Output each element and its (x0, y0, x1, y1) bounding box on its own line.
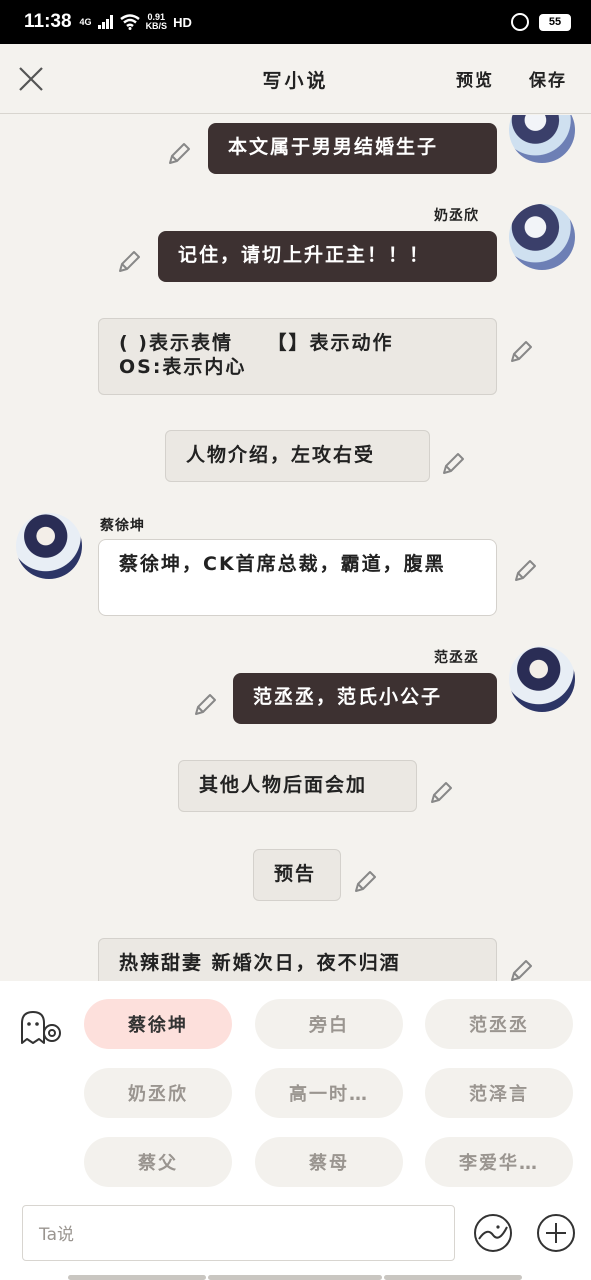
role-chip[interactable]: 高一时… (255, 1068, 403, 1118)
role-chip[interactable]: 蔡母 (255, 1137, 403, 1187)
role-chip[interactable]: 奶丞欣 (84, 1068, 232, 1118)
chat-area[interactable]: 本文属于男男结婚生子 奶丞欣 记住，请切上升正主！！！ ( )表示表情 【】表示… (0, 115, 591, 981)
network-label: 4G (79, 17, 92, 27)
edit-icon[interactable] (116, 249, 142, 275)
narration-bubble[interactable]: 其他人物后面会加 (178, 760, 417, 812)
signal-icon (97, 15, 113, 29)
speaker-name: 奶丞欣 (434, 208, 479, 224)
add-icon[interactable] (536, 1213, 576, 1253)
edit-icon[interactable] (192, 692, 218, 718)
role-settings-icon[interactable] (18, 1009, 64, 1045)
role-panel: 蔡徐坤 旁白 范丞丞 奶丞欣 高一时… 范泽言 蔡父 蔡母 李爱华… Ta说 (0, 981, 591, 1280)
hd-label: HD (173, 14, 192, 30)
app-header: 写小说 预览 保存 (0, 44, 591, 114)
nav-bar-segment (68, 1275, 206, 1280)
role-chip[interactable]: 蔡父 (84, 1137, 232, 1187)
avatar[interactable] (16, 513, 82, 579)
message-bubble[interactable]: 记住，请切上升正主！！！ (158, 231, 497, 282)
message-input[interactable]: Ta说 (22, 1205, 455, 1261)
status-time: 11:38 (24, 11, 72, 32)
avatar[interactable] (509, 646, 575, 712)
status-bar: 11:38 4G 0.91 KB/S HD 55 (0, 0, 591, 44)
net-speed: 0.91 KB/S (146, 13, 168, 31)
narration-bubble[interactable]: 热辣甜妻 新婚次日，夜不归酒 (98, 938, 497, 981)
role-chip[interactable]: 范丞丞 (425, 999, 573, 1049)
role-chip[interactable]: 旁白 (255, 999, 403, 1049)
edit-icon[interactable] (508, 958, 534, 981)
nav-bar-segment (384, 1275, 522, 1280)
battery-icon: 55 (539, 13, 571, 31)
net-speed-unit: KB/S (145, 21, 168, 31)
wifi-icon (119, 14, 140, 30)
avatar[interactable] (509, 115, 575, 163)
edit-icon[interactable] (512, 558, 538, 584)
close-icon[interactable] (16, 64, 46, 94)
status-icons: 4G 0.91 KB/S HD (80, 13, 192, 31)
avatar[interactable] (509, 204, 575, 270)
edit-icon[interactable] (166, 141, 192, 167)
message-bubble[interactable]: 范丞丞，范氏小公子 (233, 673, 497, 724)
page-title: 写小说 (262, 70, 329, 92)
narration-bubble[interactable]: 预告 (253, 849, 341, 901)
edit-icon[interactable] (508, 339, 534, 365)
speaker-name: 范丞丞 (434, 650, 479, 666)
role-chip[interactable]: 李爱华… (425, 1137, 573, 1187)
narration-bubble[interactable]: ( )表示表情 【】表示动作 OS:表示内心 (98, 318, 497, 395)
edit-icon[interactable] (428, 780, 454, 806)
rotation-lock-icon (511, 13, 529, 31)
edit-icon[interactable] (440, 451, 466, 477)
preview-button[interactable]: 预览 (456, 66, 494, 91)
save-button[interactable]: 保存 (529, 66, 567, 91)
message-bubble[interactable]: 蔡徐坤，CK首席总裁，霸道，腹黑 (98, 539, 497, 616)
narration-bubble[interactable]: 人物介绍，左攻右受 (165, 430, 430, 482)
message-bubble[interactable]: 本文属于男男结婚生子 (208, 123, 497, 174)
role-chip[interactable]: 范泽言 (425, 1068, 573, 1118)
role-chip[interactable]: 蔡徐坤 (84, 999, 232, 1049)
nav-bar-segment (208, 1275, 382, 1280)
edit-icon[interactable] (352, 869, 378, 895)
emoji-icon[interactable] (473, 1213, 513, 1253)
speaker-name: 蔡徐坤 (100, 518, 145, 534)
